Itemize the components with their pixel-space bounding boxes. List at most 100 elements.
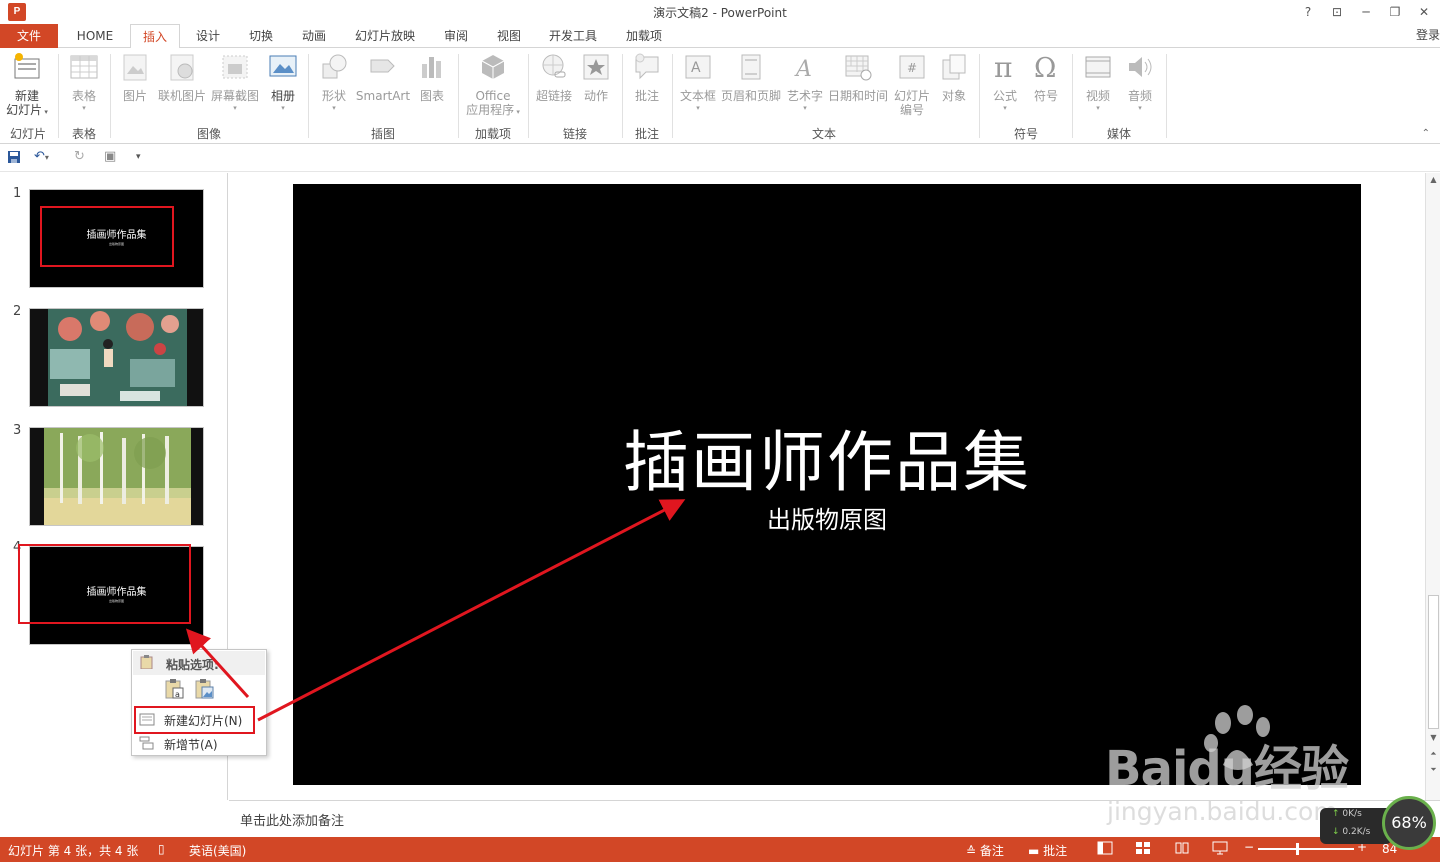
- slide-sorter-view-icon[interactable]: [1135, 840, 1151, 859]
- login-link[interactable]: 登录: [1416, 26, 1440, 43]
- tab-animations[interactable]: 动画: [292, 24, 336, 48]
- screenshot-button[interactable]: 屏幕截图 ▾: [208, 52, 262, 113]
- normal-view-icon[interactable]: [1097, 840, 1113, 859]
- group-divider: [458, 54, 459, 138]
- restore-button[interactable]: ❐: [1381, 2, 1409, 22]
- group-divider: [110, 54, 111, 138]
- zoom-out-icon[interactable]: −: [1244, 840, 1254, 854]
- video-button[interactable]: 视频 ▾: [1078, 52, 1118, 113]
- tab-insert[interactable]: 插入: [130, 24, 180, 49]
- close-button[interactable]: ✕: [1410, 2, 1438, 22]
- tab-addins[interactable]: 加载项: [616, 24, 672, 48]
- language-status[interactable]: 英语(美国): [189, 842, 246, 859]
- svg-text:π: π: [994, 52, 1012, 82]
- help-button[interactable]: ?: [1294, 2, 1322, 22]
- slideshow-view-icon[interactable]: [1212, 840, 1228, 859]
- clipboard-icon: [140, 655, 153, 669]
- slide-number-icon: #: [899, 55, 925, 79]
- slide-thumbnail-3[interactable]: [29, 427, 204, 526]
- notes-icon: ≙: [966, 844, 980, 858]
- object-icon: [942, 54, 966, 80]
- video-film-icon: [1085, 56, 1111, 78]
- minimize-button[interactable]: ─: [1352, 2, 1380, 22]
- spelling-check-icon[interactable]: ▯: [158, 842, 165, 856]
- tab-view[interactable]: 视图: [487, 24, 531, 48]
- undo-icon[interactable]: ↶▾: [34, 149, 49, 164]
- online-picture-button[interactable]: 联机图片: [156, 52, 208, 103]
- tab-review[interactable]: 审阅: [434, 24, 478, 48]
- office-apps-button[interactable]: Office 应用程序 ▾: [462, 52, 524, 119]
- notes-toggle[interactable]: ≙ 备注: [966, 842, 1004, 859]
- object-button[interactable]: 对象: [936, 52, 972, 103]
- tab-file[interactable]: 文件: [0, 24, 58, 48]
- audio-button[interactable]: 音频 ▾: [1120, 52, 1160, 113]
- chart-icon: [422, 57, 441, 78]
- next-slide-icon[interactable]: ⏷: [1426, 765, 1440, 775]
- new-slide-button[interactable]: 新建 幻灯片 ▾: [4, 52, 50, 119]
- tab-transitions[interactable]: 切换: [238, 24, 284, 48]
- zoom-slider-thumb[interactable]: [1296, 843, 1299, 855]
- reading-view-icon[interactable]: [1174, 840, 1190, 859]
- scrollbar-thumb[interactable]: [1428, 595, 1439, 729]
- omega-symbol-icon: Ω: [1034, 53, 1056, 84]
- redo-icon[interactable]: ↻: [74, 149, 85, 164]
- chart-button[interactable]: 图表: [414, 52, 450, 103]
- new-slide-icon: [14, 53, 40, 79]
- action-button[interactable]: 动作: [578, 52, 614, 103]
- collapse-ribbon-chevron-icon[interactable]: ⌃: [1422, 128, 1430, 139]
- shapes-icon: [322, 54, 347, 79]
- smartart-button[interactable]: SmartArt: [354, 52, 412, 103]
- datetime-button[interactable]: 日期和时间: [826, 52, 890, 103]
- current-slide[interactable]: 插画师作品集 出版物原图: [293, 184, 1361, 785]
- tab-home[interactable]: HOME: [64, 24, 126, 48]
- previous-slide-icon[interactable]: ⏶: [1426, 749, 1440, 759]
- photo-album-button[interactable]: 相册 ▾: [264, 52, 302, 113]
- picture-button[interactable]: 图片: [116, 52, 154, 103]
- notes-pane[interactable]: 单击此处添加备注: [229, 800, 1440, 836]
- vertical-scrollbar[interactable]: ▲ ▼ ⏶ ⏷: [1425, 173, 1440, 800]
- slide-number-button[interactable]: # 幻灯片 编号: [890, 52, 934, 117]
- ribbon-tabs: 文件 HOME 插入 设计 切换 动画 幻灯片放映 审阅 视图 开发工具 加载项…: [0, 24, 1440, 49]
- upload-speed: ↑ 0K/s: [1332, 809, 1362, 819]
- ribbon-display-options-button[interactable]: ⊡: [1323, 2, 1351, 22]
- hyperlink-button[interactable]: 超链接: [532, 52, 576, 103]
- svg-text:Ω: Ω: [1034, 53, 1056, 82]
- symbol-button[interactable]: Ω 符号: [1026, 52, 1066, 103]
- slide-subtitle[interactable]: 出版物原图: [293, 500, 1361, 535]
- status-bar: 幻灯片 第 4 张，共 4 张 ▯ 英语(美国) ≙ 备注 ▬ 批注 − + 8…: [0, 837, 1440, 862]
- paste-options-header: 粘贴选项:: [133, 651, 265, 675]
- slide-thumbnail-2[interactable]: [29, 308, 204, 407]
- scroll-down-icon[interactable]: ▼: [1426, 733, 1440, 742]
- textbox-button[interactable]: A 文本框 ▾: [676, 52, 720, 113]
- title-bar: P 演示文稿2 - PowerPoint ? ⊡ ─ ❐ ✕: [0, 0, 1440, 24]
- photo-album-icon: [269, 55, 297, 77]
- shapes-button[interactable]: 形状 ▾: [314, 52, 354, 113]
- tab-developer[interactable]: 开发工具: [540, 24, 606, 48]
- online-picture-icon: [170, 54, 194, 81]
- paste-as-picture-icon[interactable]: [193, 678, 215, 700]
- comment-button[interactable]: 批注: [628, 52, 666, 103]
- customize-qat-chevron-down-icon[interactable]: ▾: [136, 152, 141, 162]
- group-label-symbols: 符号: [1013, 127, 1038, 141]
- tab-design[interactable]: 设计: [186, 24, 230, 48]
- zoom-slider[interactable]: [1258, 848, 1354, 850]
- scroll-up-icon[interactable]: ▲: [1426, 175, 1440, 184]
- memory-usage-percent: 68%: [1391, 813, 1427, 832]
- menu-item-add-section[interactable]: 新增节(A): [133, 732, 265, 754]
- group-divider: [1072, 54, 1073, 138]
- group-divider: [622, 54, 623, 138]
- header-footer-button[interactable]: 页眉和页脚: [720, 52, 782, 103]
- wordart-button[interactable]: A 艺术字 ▾: [784, 52, 826, 113]
- comments-toggle[interactable]: ▬ 批注: [1028, 842, 1067, 859]
- equation-button[interactable]: π 公式 ▾: [986, 51, 1024, 113]
- group-label-images: 图像: [196, 127, 221, 141]
- svg-text:a: a: [175, 690, 180, 699]
- action-star-icon: [583, 54, 609, 80]
- slide-title[interactable]: 插画师作品集: [293, 409, 1361, 505]
- tab-slideshow[interactable]: 幻灯片放映: [346, 24, 424, 48]
- start-from-beginning-icon[interactable]: ▣: [104, 149, 116, 164]
- save-icon[interactable]: [7, 150, 21, 164]
- table-button[interactable]: 表格 ▾: [64, 52, 104, 113]
- paste-use-destination-theme-icon[interactable]: a: [163, 678, 185, 700]
- group-label-addins: 加载项: [474, 127, 511, 141]
